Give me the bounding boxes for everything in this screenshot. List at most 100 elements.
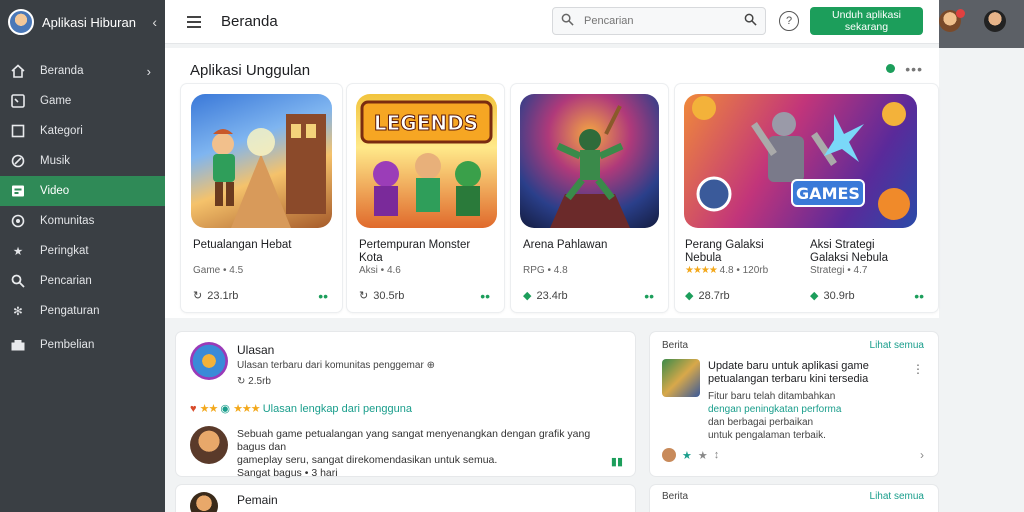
app-card[interactable]: Petualangan Hebat Game • 4.5 ↻ 23.1rb •• xyxy=(181,84,342,312)
topbar: Beranda ? Unduh aplikasi sekarang xyxy=(165,0,939,44)
news-label: Berita xyxy=(662,340,689,351)
review-tags-text: Ulasan lengkap dari pengguna xyxy=(262,403,412,415)
sidebar-item-label: Kategori xyxy=(40,125,83,137)
search-submit-icon[interactable] xyxy=(744,13,757,29)
globe-icon: ⊕ xyxy=(426,360,435,371)
more-options-icon[interactable]: •• xyxy=(914,288,924,304)
search-input[interactable] xyxy=(584,15,734,27)
more-options-icon[interactable]: •• xyxy=(644,288,654,304)
hamburger-menu-icon[interactable] xyxy=(187,15,207,28)
download-app-button[interactable]: Unduh aplikasi sekarang xyxy=(810,7,923,35)
review-text-line: Sangat bagus • 3 hari xyxy=(237,467,338,479)
news-panel-2: Berita Lihat semua xyxy=(650,485,938,512)
sidebar-item-pembelian[interactable]: Pembelian xyxy=(0,330,165,360)
app-meta: Aksi • 4.6 xyxy=(359,265,401,276)
app-thumbnail[interactable]: LEGENDS xyxy=(356,94,497,228)
app-downloads: ◆ 30.9rb xyxy=(810,289,855,303)
refresh-icon: ↻ xyxy=(237,376,246,387)
sidebar-item-label: Musik xyxy=(40,155,71,167)
reviewer-avatar[interactable] xyxy=(190,492,218,512)
share-icon[interactable]: ↕ xyxy=(714,449,720,461)
badge-icon: ◉ xyxy=(220,403,230,415)
news-body-line: dan berbagai perbaikan xyxy=(708,417,814,428)
app-rating: ★★★★ 4.8 • 120rb xyxy=(685,265,768,276)
reviewer-avatar[interactable] xyxy=(190,426,228,464)
profile-avatar[interactable] xyxy=(984,10,1006,32)
settings-icon: ✻ xyxy=(13,306,23,318)
more-options-icon[interactable]: •• xyxy=(318,288,328,304)
app-card[interactable]: Arena Pahlawan RPG • 4.8 ◆ 23.4rb •• xyxy=(511,84,668,312)
app-download-count: 23.4rb xyxy=(536,289,568,302)
trend-icon: ◆ xyxy=(523,290,532,302)
app-downloads: ↻ 30.5rb xyxy=(359,289,405,303)
news-headline: Update baru untuk aplikasi game petualan… xyxy=(708,360,908,386)
reviewer-avatar[interactable] xyxy=(190,342,228,380)
sidebar-item-kategori[interactable]: Kategori xyxy=(0,116,165,146)
app-card[interactable]: LEGENDS Pertempuran Monster Kota Aksi • … xyxy=(347,84,504,312)
author-avatar xyxy=(662,448,676,462)
reviewer-name: Ulasan xyxy=(237,343,275,357)
app-download-count: 23.1rb xyxy=(207,289,239,302)
star-icon[interactable]: ★ xyxy=(682,449,692,462)
cart-icon xyxy=(10,337,26,353)
collapse-chevron-icon[interactable]: ‹ xyxy=(152,14,157,30)
sidebar-item-pencarian[interactable]: Pencarian xyxy=(0,266,165,296)
star-rating-icon: ★★★★ xyxy=(685,265,718,276)
home-icon xyxy=(10,63,26,79)
section-title: Aplikasi Unggulan xyxy=(190,62,311,79)
review-tags: ♥ ★★ ◉ ★★★ Ulasan lengkap dari pengguna xyxy=(190,402,412,415)
news-headline-line: petualangan terbaru kini tersedia xyxy=(708,373,869,385)
sidebar-item-musik[interactable]: Musik xyxy=(0,146,165,176)
sidebar-header: Aplikasi Hiburan ‹ xyxy=(0,0,165,44)
review-text: Sebuah game petualangan yang sangat meny… xyxy=(237,428,617,480)
app-thumbnail[interactable] xyxy=(191,94,332,228)
chevron-right-icon[interactable]: › xyxy=(920,448,924,462)
news-body-line: untuk pengalaman terbaik. xyxy=(708,430,826,441)
news-thumbnail[interactable] xyxy=(662,359,700,397)
more-options-icon[interactable]: •• xyxy=(480,288,490,304)
news-headline-line: Update baru untuk aplikasi game xyxy=(708,360,869,372)
app-title: Pertempuran Monster Kota xyxy=(359,239,471,264)
sidebar-item-pengaturan[interactable]: ✻ Pengaturan xyxy=(0,296,165,326)
news-body-line: dengan peningkatan performa xyxy=(708,404,842,415)
search-bar[interactable] xyxy=(552,7,766,35)
review-text-line: Sebuah game petualangan yang sangat meny… xyxy=(237,428,591,453)
sidebar-item-komunitas[interactable]: Komunitas xyxy=(0,206,165,236)
app-meta: Strategi • 4.7 xyxy=(810,265,868,276)
sidebar-item-video[interactable]: Video xyxy=(0,176,165,206)
app-meta: Game • 4.5 xyxy=(193,265,244,276)
page-title: Beranda xyxy=(221,13,278,30)
star-icon: ★ xyxy=(12,246,24,258)
help-icon[interactable]: ? xyxy=(779,11,799,31)
app-title: Petualangan Hebat xyxy=(193,239,292,251)
star-icon[interactable]: ★ xyxy=(698,449,708,462)
refresh-icon: ↻ xyxy=(193,290,203,302)
app-card[interactable]: GAMES Perang Galaksi Nebula ★★★★ 4.8 • 1… xyxy=(675,84,938,312)
news-body-line: Fitur baru telah ditambahkan xyxy=(708,391,836,402)
gamepad-icon xyxy=(10,93,26,109)
thumb-logo-text: GAMES xyxy=(796,184,860,203)
more-options-icon[interactable]: ⋮ xyxy=(912,362,924,376)
sidebar-item-label: Pencarian xyxy=(40,275,92,287)
see-all-link[interactable]: Lihat semua xyxy=(870,491,924,502)
reviews-panel: Ulasan Ulasan terbaru dari komunitas pen… xyxy=(176,332,635,479)
app-thumbnail[interactable] xyxy=(520,94,659,228)
reviews-panel-2: Pemain xyxy=(176,485,635,512)
app-downloads: ↻ 23.1rb xyxy=(193,289,239,303)
app-thumbnail[interactable]: GAMES xyxy=(684,94,917,228)
refresh-icon: ↻ xyxy=(359,290,369,302)
app-title: Arena Pahlawan xyxy=(523,239,608,251)
see-all-link[interactable]: Lihat semua xyxy=(870,340,924,351)
sidebar-item-peringkat[interactable]: ★ Peringkat xyxy=(0,236,165,266)
news-panel: Berita Lihat semua Update baru untuk apl… xyxy=(650,332,938,476)
app-downloads: ◆ 28.7rb xyxy=(685,289,730,303)
sidebar: Aplikasi Hiburan ‹ Beranda › Game Katego… xyxy=(0,0,165,512)
app-download-count: 30.5rb xyxy=(373,289,405,302)
music-icon xyxy=(10,153,26,169)
app-title: Aplikasi Hiburan xyxy=(42,14,136,30)
more-options-icon[interactable]: ••• xyxy=(905,62,923,76)
sidebar-item-beranda[interactable]: Beranda › xyxy=(0,56,165,86)
sidebar-item-game[interactable]: Game xyxy=(0,86,165,116)
review-count-value: 2.5rb xyxy=(248,376,271,387)
section-actions: ••• xyxy=(886,62,923,76)
